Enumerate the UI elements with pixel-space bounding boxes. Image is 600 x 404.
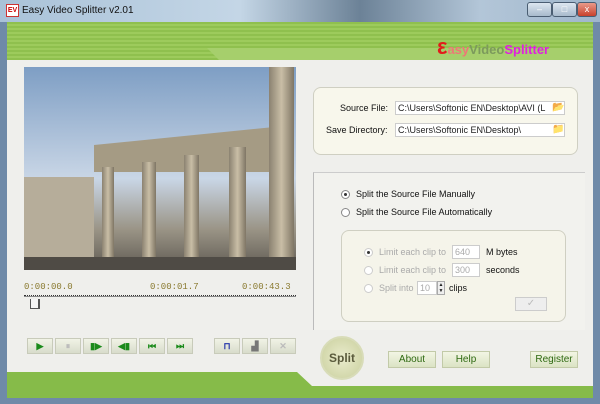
count-label: Split into [379,283,414,293]
app-icon: EV [6,4,19,17]
time-input[interactable]: 300 [452,263,480,277]
step-back-button[interactable]: ◀▮ [111,338,137,354]
size-label: Limit each clip to [379,247,447,257]
maximize-button[interactable]: □ [552,2,577,17]
size-radio[interactable] [364,248,373,257]
size-unit: M bytes [486,247,518,257]
logo: εasyVideoSplitter [437,34,550,59]
split-mode-panel: Split the Source File Manually Split the… [313,172,585,330]
minimize-button[interactable]: – [527,2,552,17]
count-spinner[interactable]: ▲ ▼ [437,281,445,295]
time-unit: seconds [486,265,520,275]
register-button[interactable]: Register [530,351,578,368]
footer-stripe [7,372,593,398]
time-label: Limit each clip to [379,265,447,275]
count-input[interactable]: 10 [417,281,437,295]
file-panel: Source File: C:\Users\Softonic EN\Deskto… [313,87,578,155]
delete-mark-button[interactable]: ✕ [270,338,296,354]
app-client: εasyVideoSplitter 0:00:00.0 0:00:01.7 0:… [7,22,593,398]
time-current: 0:00:01.7 [150,282,199,292]
manual-label[interactable]: Split the Source File Manually [356,189,475,199]
timeline-slider[interactable] [24,295,296,297]
pause-button[interactable]: ⏸ [55,338,81,354]
split-button[interactable]: Split [320,336,364,380]
window-title: Easy Video Splitter v2.01 [22,5,134,16]
play-button[interactable]: ▶ [27,338,53,354]
browse-file-icon[interactable]: 📂 [552,102,564,113]
auto-options-panel: Limit each clip to 640 M bytes Limit eac… [341,230,566,322]
go-start-button[interactable]: ⏮ [139,338,165,354]
auto-label[interactable]: Split the Source File Automatically [356,207,492,217]
close-button[interactable]: x [577,2,597,17]
source-file-label: Source File: [340,103,389,113]
video-preview [24,67,296,270]
time-radio[interactable] [364,266,373,275]
count-radio[interactable] [364,284,373,293]
save-directory-label: Save Directory: [326,125,388,135]
step-forward-button[interactable]: ▮▶ [83,338,109,354]
help-button[interactable]: Help [442,351,490,368]
time-start: 0:00:00.0 [24,282,73,292]
set-mark-button[interactable]: ⊓ [214,338,240,354]
timeline-thumb[interactable] [29,299,40,309]
manual-radio[interactable] [341,190,350,199]
mark-list-button[interactable]: ▟ [242,338,268,354]
size-input[interactable]: 640 [452,245,480,259]
save-directory-field[interactable]: C:\Users\Softonic EN\Desktop\ [395,123,565,137]
browse-folder-icon[interactable]: 📁 [552,124,564,135]
apply-button[interactable]: ✓ [515,297,547,311]
source-file-field[interactable]: C:\Users\Softonic EN\Desktop\AVI (L [395,101,565,115]
auto-radio[interactable] [341,208,350,217]
time-end: 0:00:43.3 [242,282,291,292]
count-unit: clips [449,283,468,293]
divider [7,60,593,63]
about-button[interactable]: About [388,351,436,368]
go-end-button[interactable]: ⏭ [167,338,193,354]
